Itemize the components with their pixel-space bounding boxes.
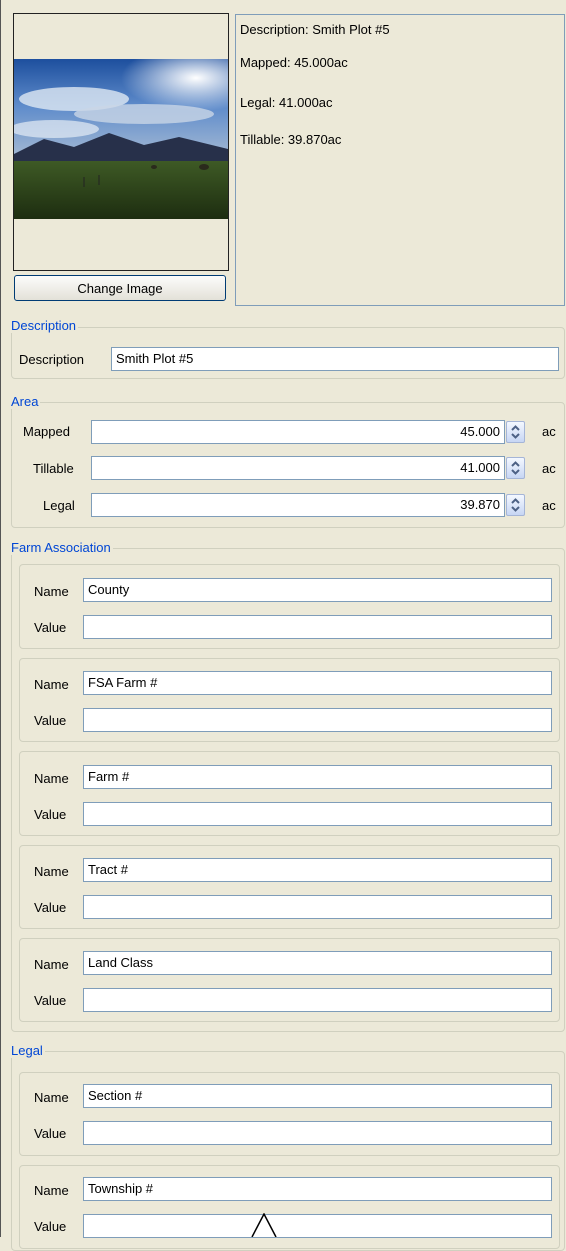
farm-value-label: Value [34, 620, 67, 635]
change-image-button[interactable]: Change Image [14, 275, 226, 301]
farm-name-input-farm[interactable]: Farm # [83, 765, 552, 789]
farm-name-label: Name [34, 584, 69, 599]
farm-value-input-fsa-farm[interactable] [83, 708, 552, 732]
legal-name-label: Name [34, 1090, 69, 1105]
tillable-input[interactable]: 41.000 [91, 456, 505, 480]
text-cursor-icon [251, 1213, 277, 1237]
farm-name-input-tract[interactable]: Tract # [83, 858, 552, 882]
legal-value-input-section[interactable] [83, 1121, 552, 1145]
tillable-label: Tillable [33, 461, 74, 476]
farm-value-label: Value [34, 900, 67, 915]
legal-name-input-section[interactable]: Section # [83, 1084, 552, 1108]
summary-mapped: Mapped: 45.000ac [240, 55, 348, 70]
field-photo [14, 59, 228, 219]
legal-group-legend: Legal [11, 1043, 45, 1058]
legal-area-label: Legal [43, 498, 75, 513]
farm-name-input-county[interactable]: County [83, 578, 552, 602]
description-group-legend: Description [11, 318, 79, 333]
legal-value-input-township[interactable] [83, 1214, 552, 1238]
legal-value-label: Value [34, 1219, 67, 1234]
legal-name-label: Name [34, 1183, 69, 1198]
farm-value-label: Value [34, 807, 67, 822]
farm-name-label: Name [34, 677, 69, 692]
farm-name-label: Name [34, 864, 69, 879]
farm-value-input-county[interactable] [83, 615, 552, 639]
farm-value-input-farm[interactable] [83, 802, 552, 826]
legal-area-unit: ac [542, 498, 556, 513]
legal-area-spin-icon[interactable] [506, 494, 525, 516]
farm-name-label: Name [34, 957, 69, 972]
tillable-unit: ac [542, 461, 556, 476]
farm-value-input-land-class[interactable] [83, 988, 552, 1012]
description-label: Description [19, 352, 85, 367]
farm-value-label: Value [34, 993, 67, 1008]
mapped-unit: ac [542, 424, 556, 439]
mapped-input[interactable]: 45.000 [91, 420, 505, 444]
farm-name-input-fsa-farm[interactable]: FSA Farm # [83, 671, 552, 695]
farm-value-label: Value [34, 713, 67, 728]
legal-name-input-township[interactable]: Township # [83, 1177, 552, 1201]
summary-tillable: Tillable: 39.870ac [240, 132, 342, 147]
tillable-spin-icon[interactable] [506, 457, 525, 479]
properties-panel: Change Image Description: Smith Plot #5 … [0, 0, 566, 1251]
image-preview [13, 13, 229, 271]
summary-description: Description: Smith Plot #5 [240, 22, 390, 37]
farm-value-input-tract[interactable] [83, 895, 552, 919]
legal-area-input[interactable]: 39.870 [91, 493, 505, 517]
area-group-legend: Area [11, 394, 41, 409]
summary-legal: Legal: 41.000ac [240, 95, 333, 110]
mapped-label: Mapped [23, 424, 70, 439]
farm-name-input-land-class[interactable]: Land Class [83, 951, 552, 975]
farm-name-label: Name [34, 771, 69, 786]
mapped-spin-icon[interactable] [506, 421, 525, 443]
summary-panel: Description: Smith Plot #5 Mapped: 45.00… [235, 14, 565, 306]
description-input[interactable]: Smith Plot #5 [111, 347, 559, 371]
legal-value-label: Value [34, 1126, 67, 1141]
farm-association-legend: Farm Association [11, 540, 113, 555]
